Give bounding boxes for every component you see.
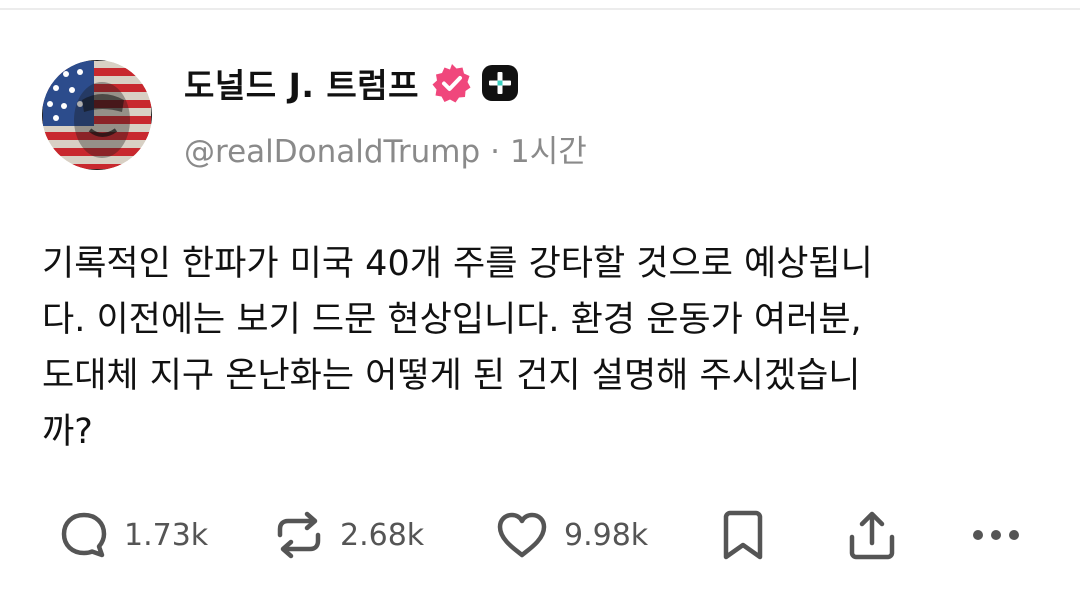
post-time: 1시간 bbox=[510, 134, 587, 170]
display-name[interactable]: 도널드 J. 트럼프 bbox=[184, 59, 419, 107]
repost-count: 2.68k bbox=[340, 517, 425, 553]
repost-button[interactable]: 2.68k bbox=[272, 505, 424, 565]
post-text-line: 까? bbox=[42, 412, 93, 452]
avatar[interactable] bbox=[42, 60, 152, 170]
verified-badge-icon bbox=[432, 64, 471, 103]
reply-count: 1.73k bbox=[124, 517, 209, 553]
post-text: 기록적인 한파가 미국 40개 주를 강타할 것으로 예상됩니 다. 이전에는 … bbox=[42, 236, 1042, 460]
heart-icon bbox=[497, 512, 547, 558]
plus-app-icon bbox=[481, 65, 518, 101]
post-text-line: 기록적인 한파가 미국 40개 주를 강타할 것으로 예상됩니 bbox=[42, 244, 873, 284]
handle-row: @realDonaldTrump · 1시간 bbox=[184, 126, 587, 171]
flag-portrait-avatar bbox=[42, 60, 152, 170]
post-text-line: 도대체 지구 온난화는 어떻게 된 건지 설명해 주시겠습니 bbox=[42, 356, 861, 396]
share-icon bbox=[849, 511, 895, 560]
bookmark-icon bbox=[723, 510, 763, 560]
repost-icon bbox=[277, 511, 321, 559]
more-button[interactable] bbox=[970, 505, 1022, 565]
reply-icon bbox=[61, 512, 107, 558]
like-button[interactable]: 9.98k bbox=[494, 505, 648, 565]
post-text-line: 다. 이전에는 보기 드문 현상입니다. 환경 운동가 여러분, bbox=[42, 300, 862, 340]
author-handle[interactable]: @realDonaldTrump bbox=[184, 134, 480, 170]
action-bar: 1.73k 2.68k 9.98k bbox=[0, 505, 1080, 565]
author-name-row: 도널드 J. 트럼프 bbox=[184, 58, 519, 108]
post-card: 도널드 J. 트럼프 @realDonaldTrump · 1시간 기록적인 한파가… bbox=[0, 0, 1080, 612]
share-button[interactable] bbox=[844, 505, 900, 565]
like-count: 9.98k bbox=[564, 517, 649, 553]
more-icon bbox=[973, 530, 1019, 540]
reply-button[interactable]: 1.73k bbox=[58, 505, 208, 565]
separator-dot: · bbox=[490, 134, 501, 170]
bookmark-button[interactable] bbox=[720, 505, 766, 565]
